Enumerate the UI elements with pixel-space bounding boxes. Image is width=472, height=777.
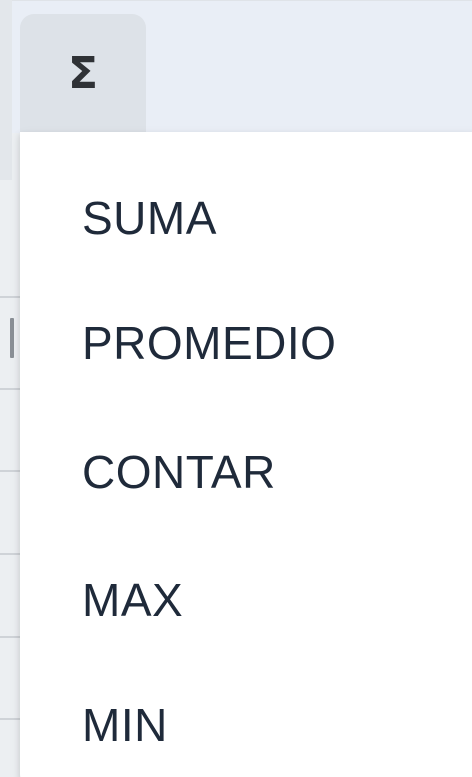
aggregate-dropdown-menu: SUMA PROMEDIO CONTAR MAX MIN xyxy=(20,132,472,777)
grid-line xyxy=(0,470,20,472)
grid-divider xyxy=(10,318,14,358)
aggregate-button[interactable]: Σ xyxy=(20,14,146,132)
menu-item-promedio[interactable]: PROMEDIO xyxy=(20,293,472,393)
grid-line xyxy=(0,388,20,390)
sheet-edge xyxy=(0,0,12,180)
menu-item-suma[interactable]: SUMA xyxy=(20,168,472,268)
page: Σ SUMA PROMEDIO CONTAR MAX MIN xyxy=(0,0,472,777)
grid-line xyxy=(0,553,20,555)
menu-item-contar[interactable]: CONTAR xyxy=(20,422,472,522)
menu-item-max[interactable]: MAX xyxy=(20,550,472,650)
menu-item-min[interactable]: MIN xyxy=(20,675,472,775)
grid-line xyxy=(0,718,20,720)
grid-line xyxy=(0,636,20,638)
sigma-icon: Σ xyxy=(67,48,99,99)
grid-line xyxy=(0,296,20,298)
